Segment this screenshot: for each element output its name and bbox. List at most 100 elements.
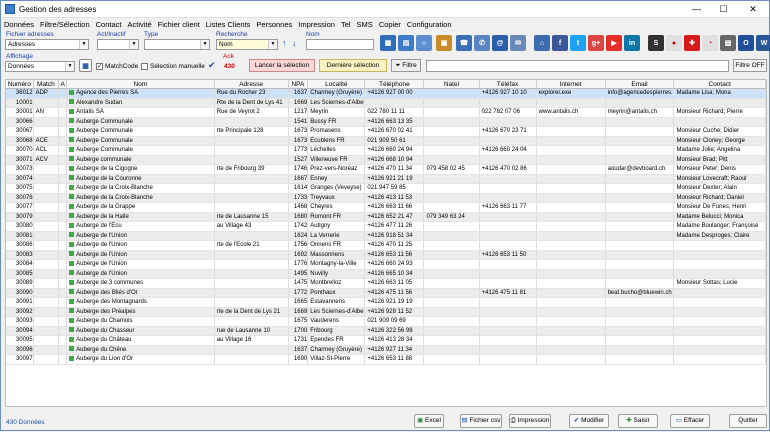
matchcode-checkbox[interactable]: ✓ MatchCode <box>96 63 138 70</box>
menu-item[interactable]: Contact <box>96 20 122 29</box>
filtre-off-button[interactable]: Filtre OFF <box>733 59 767 72</box>
table-row[interactable]: 30080 Auberge de l'Ecu au Village 43 1742 Au… <box>6 222 766 232</box>
filter-input[interactable] <box>426 60 729 72</box>
address-grid[interactable]: 36012 ADP Agence des Pierres SA Rue du Roch… <box>5 89 767 407</box>
column-header[interactable]: Téléphone <box>365 80 425 88</box>
table-row[interactable]: 30081 Auberge de l'Union 1624 La Verrerie +4… <box>6 231 766 241</box>
table-row[interactable]: 30077 Auberge de la Grappe 1468 Cheyres +412… <box>6 203 766 213</box>
quitter-button[interactable]: Quitter <box>729 414 767 428</box>
googleplus-icon[interactable]: g+ <box>588 35 604 51</box>
table-row[interactable]: 30097 Auberge du Lion d'Or 1690 Villaz-St-P… <box>6 355 766 365</box>
search-person-icon[interactable]: ● <box>666 35 682 51</box>
saisir-button[interactable]: ✚ Saisir <box>618 414 658 428</box>
table-row[interactable]: 10001 Alexandre Sudan Rte de la Dent de Ly… <box>6 98 766 108</box>
column-header[interactable]: Localité <box>308 80 366 88</box>
chart-icon[interactable]: ◔ <box>702 35 718 51</box>
table-row[interactable]: 30090 Auberge des Bliés d'Or 1772 Ponthaux +… <box>6 288 766 298</box>
derniere-selection-button[interactable]: Dernière sélection <box>319 59 387 72</box>
effacer-button[interactable]: ▭ Effacer <box>670 414 710 428</box>
nom-input[interactable] <box>306 39 374 50</box>
table-row[interactable]: 30068 ACE Auberge Communale 1673 Ecublens FR… <box>6 136 766 146</box>
table-row[interactable]: 30086 Auberge de l'Union rte de l'Ecole 21… <box>6 241 766 251</box>
affichage-select[interactable]: Données ▼ <box>5 61 75 72</box>
menu-item[interactable]: Configuration <box>407 20 452 29</box>
column-header[interactable]: Email <box>606 80 675 88</box>
facebook-icon[interactable]: f <box>552 35 568 51</box>
act-select[interactable]: ▼ <box>97 39 139 50</box>
stripe-icon[interactable]: ▧ <box>720 35 736 51</box>
calculator-icon[interactable]: ▦ <box>79 59 92 72</box>
menu-item[interactable]: Impression <box>298 20 335 29</box>
modifier-button[interactable]: ✔ Modifier <box>569 414 609 428</box>
contacts-icon[interactable]: ☺ <box>416 35 432 51</box>
table-row[interactable]: 30095 Auberge du Château au Village 16 1731… <box>6 336 766 346</box>
excel-button[interactable]: ▣ Excel <box>414 414 444 428</box>
table-row[interactable]: 30089 Auberge de 3 communes 1475 Montbrello… <box>6 279 766 289</box>
table-row[interactable]: 30084 Auberge de l'Union 1776 Montagny-la-V… <box>6 260 766 270</box>
archive-icon[interactable]: ▣ <box>436 35 452 51</box>
table-row[interactable]: 30091 Auberge des Montagnards 1665 Estavann… <box>6 298 766 308</box>
filtre-button[interactable]: ⏷ Filtre <box>391 59 421 72</box>
email-icon[interactable]: @ <box>492 35 508 51</box>
column-header[interactable]: A <box>59 80 68 88</box>
fichier-select[interactable]: Adresses ▼ <box>5 39 89 50</box>
table-row[interactable]: 30079 Auberge de la Halle rte de Lausanne … <box>6 212 766 222</box>
column-header[interactable]: Adresse <box>215 80 289 88</box>
menu-item[interactable]: SMS <box>357 20 373 29</box>
column-header[interactable]: Nom <box>67 80 215 88</box>
column-header[interactable]: Match <box>34 80 60 88</box>
table-row[interactable]: 30070 ACL Auberge Communale 1773 Léchelles +4… <box>6 146 766 156</box>
table-row[interactable]: 30071 ACV Auberge communale 1527 Villeneuve … <box>6 155 766 165</box>
column-header[interactable]: Téléfax <box>480 80 537 88</box>
word-icon[interactable]: W <box>756 35 770 51</box>
swiss-flag-icon[interactable]: ✚ <box>684 35 700 51</box>
youtube-icon[interactable]: ▶ <box>606 35 622 51</box>
table-row[interactable]: 30001 AN Antalis SA Rue de Veyrot 2 1217 Meyr… <box>6 108 766 118</box>
close-button[interactable]: ✕ <box>737 1 769 18</box>
table-row[interactable]: 30067 Auberge Communale rte Principale 128… <box>6 127 766 137</box>
table-row[interactable]: 30094 Auberge du Chasseur rue de Lausanne … <box>6 326 766 336</box>
impression-button[interactable]: ⎙ Impression <box>509 414 551 428</box>
linkedin-icon[interactable]: in <box>624 35 640 51</box>
home-icon[interactable]: ⌂ <box>534 35 550 51</box>
menu-item[interactable]: Copier <box>379 20 401 29</box>
table-row[interactable]: 30066 Auberge Communale 1541 Bussy FR +4126 … <box>6 117 766 127</box>
menu-item[interactable]: Filtre/Sélection <box>40 20 90 29</box>
column-header[interactable]: NPA <box>289 80 309 88</box>
menu-item[interactable]: Activité <box>128 20 152 29</box>
table-row[interactable]: 36012 ADP Agence des Pierres SA Rue du Roch… <box>6 89 766 99</box>
grid-view-icon[interactable]: ▦ <box>380 35 396 51</box>
list-view-icon[interactable]: ▤ <box>398 35 414 51</box>
table-row[interactable]: 30076 Auberge de la Croix-Blanche 1733 Trey… <box>6 193 766 203</box>
column-header[interactable]: Contact <box>674 80 766 88</box>
table-row[interactable]: 30085 Auberge de l'Union 1495 Nuvilly +4126 … <box>6 269 766 279</box>
table-row[interactable]: 30096 Auberge du Chêne 1637 Charmey (Gruyèr… <box>6 345 766 355</box>
column-header[interactable]: Numéro <box>6 80 34 88</box>
type-select[interactable]: ▼ <box>144 39 210 50</box>
lancer-selection-button[interactable]: Lancer la sélection <box>249 59 315 72</box>
table-row[interactable]: 30075 Auberge de la Croix-Blanche 1614 Gran… <box>6 184 766 194</box>
menu-item[interactable]: Personnes <box>256 20 292 29</box>
mail-icon[interactable]: ✉ <box>510 35 526 51</box>
menu-item[interactable]: Fichier client <box>158 20 200 29</box>
table-row[interactable]: 30073 Auberge de la Cigogne rte de Fribour… <box>6 165 766 175</box>
table-row[interactable]: 30074 Auberge de la Couronne 1667 Enney +412… <box>6 174 766 184</box>
table-row[interactable]: 30083 Auberge de l'Union 1692 Massonnens +41… <box>6 250 766 260</box>
menu-item[interactable]: Tel <box>341 20 351 29</box>
chat-icon[interactable]: ✆ <box>474 35 490 51</box>
twitter-icon[interactable]: t <box>570 35 586 51</box>
menu-item[interactable]: Données <box>4 20 34 29</box>
phone-icon[interactable]: ☎ <box>456 35 472 51</box>
column-header[interactable]: Internet <box>537 80 606 88</box>
selection-manuelle-checkbox[interactable]: Sélection manuelle <box>141 63 205 70</box>
table-row[interactable]: 30093 Auberge du Chamois 1675 Vauderens 021 … <box>6 317 766 327</box>
sort-down-icon[interactable]: ↓ <box>292 38 297 48</box>
column-header[interactable]: Natel <box>424 80 480 88</box>
sort-up-icon[interactable]: ↑ <box>282 38 287 48</box>
s-app-icon[interactable]: S <box>648 35 664 51</box>
outlook-icon[interactable]: O <box>738 35 754 51</box>
fichier-csv-button[interactable]: ▤ Fichier csv <box>460 414 502 428</box>
menu-item[interactable]: Listes Clients <box>206 20 251 29</box>
maximize-button[interactable]: ☐ <box>710 1 737 18</box>
minimize-button[interactable]: — <box>683 1 710 18</box>
